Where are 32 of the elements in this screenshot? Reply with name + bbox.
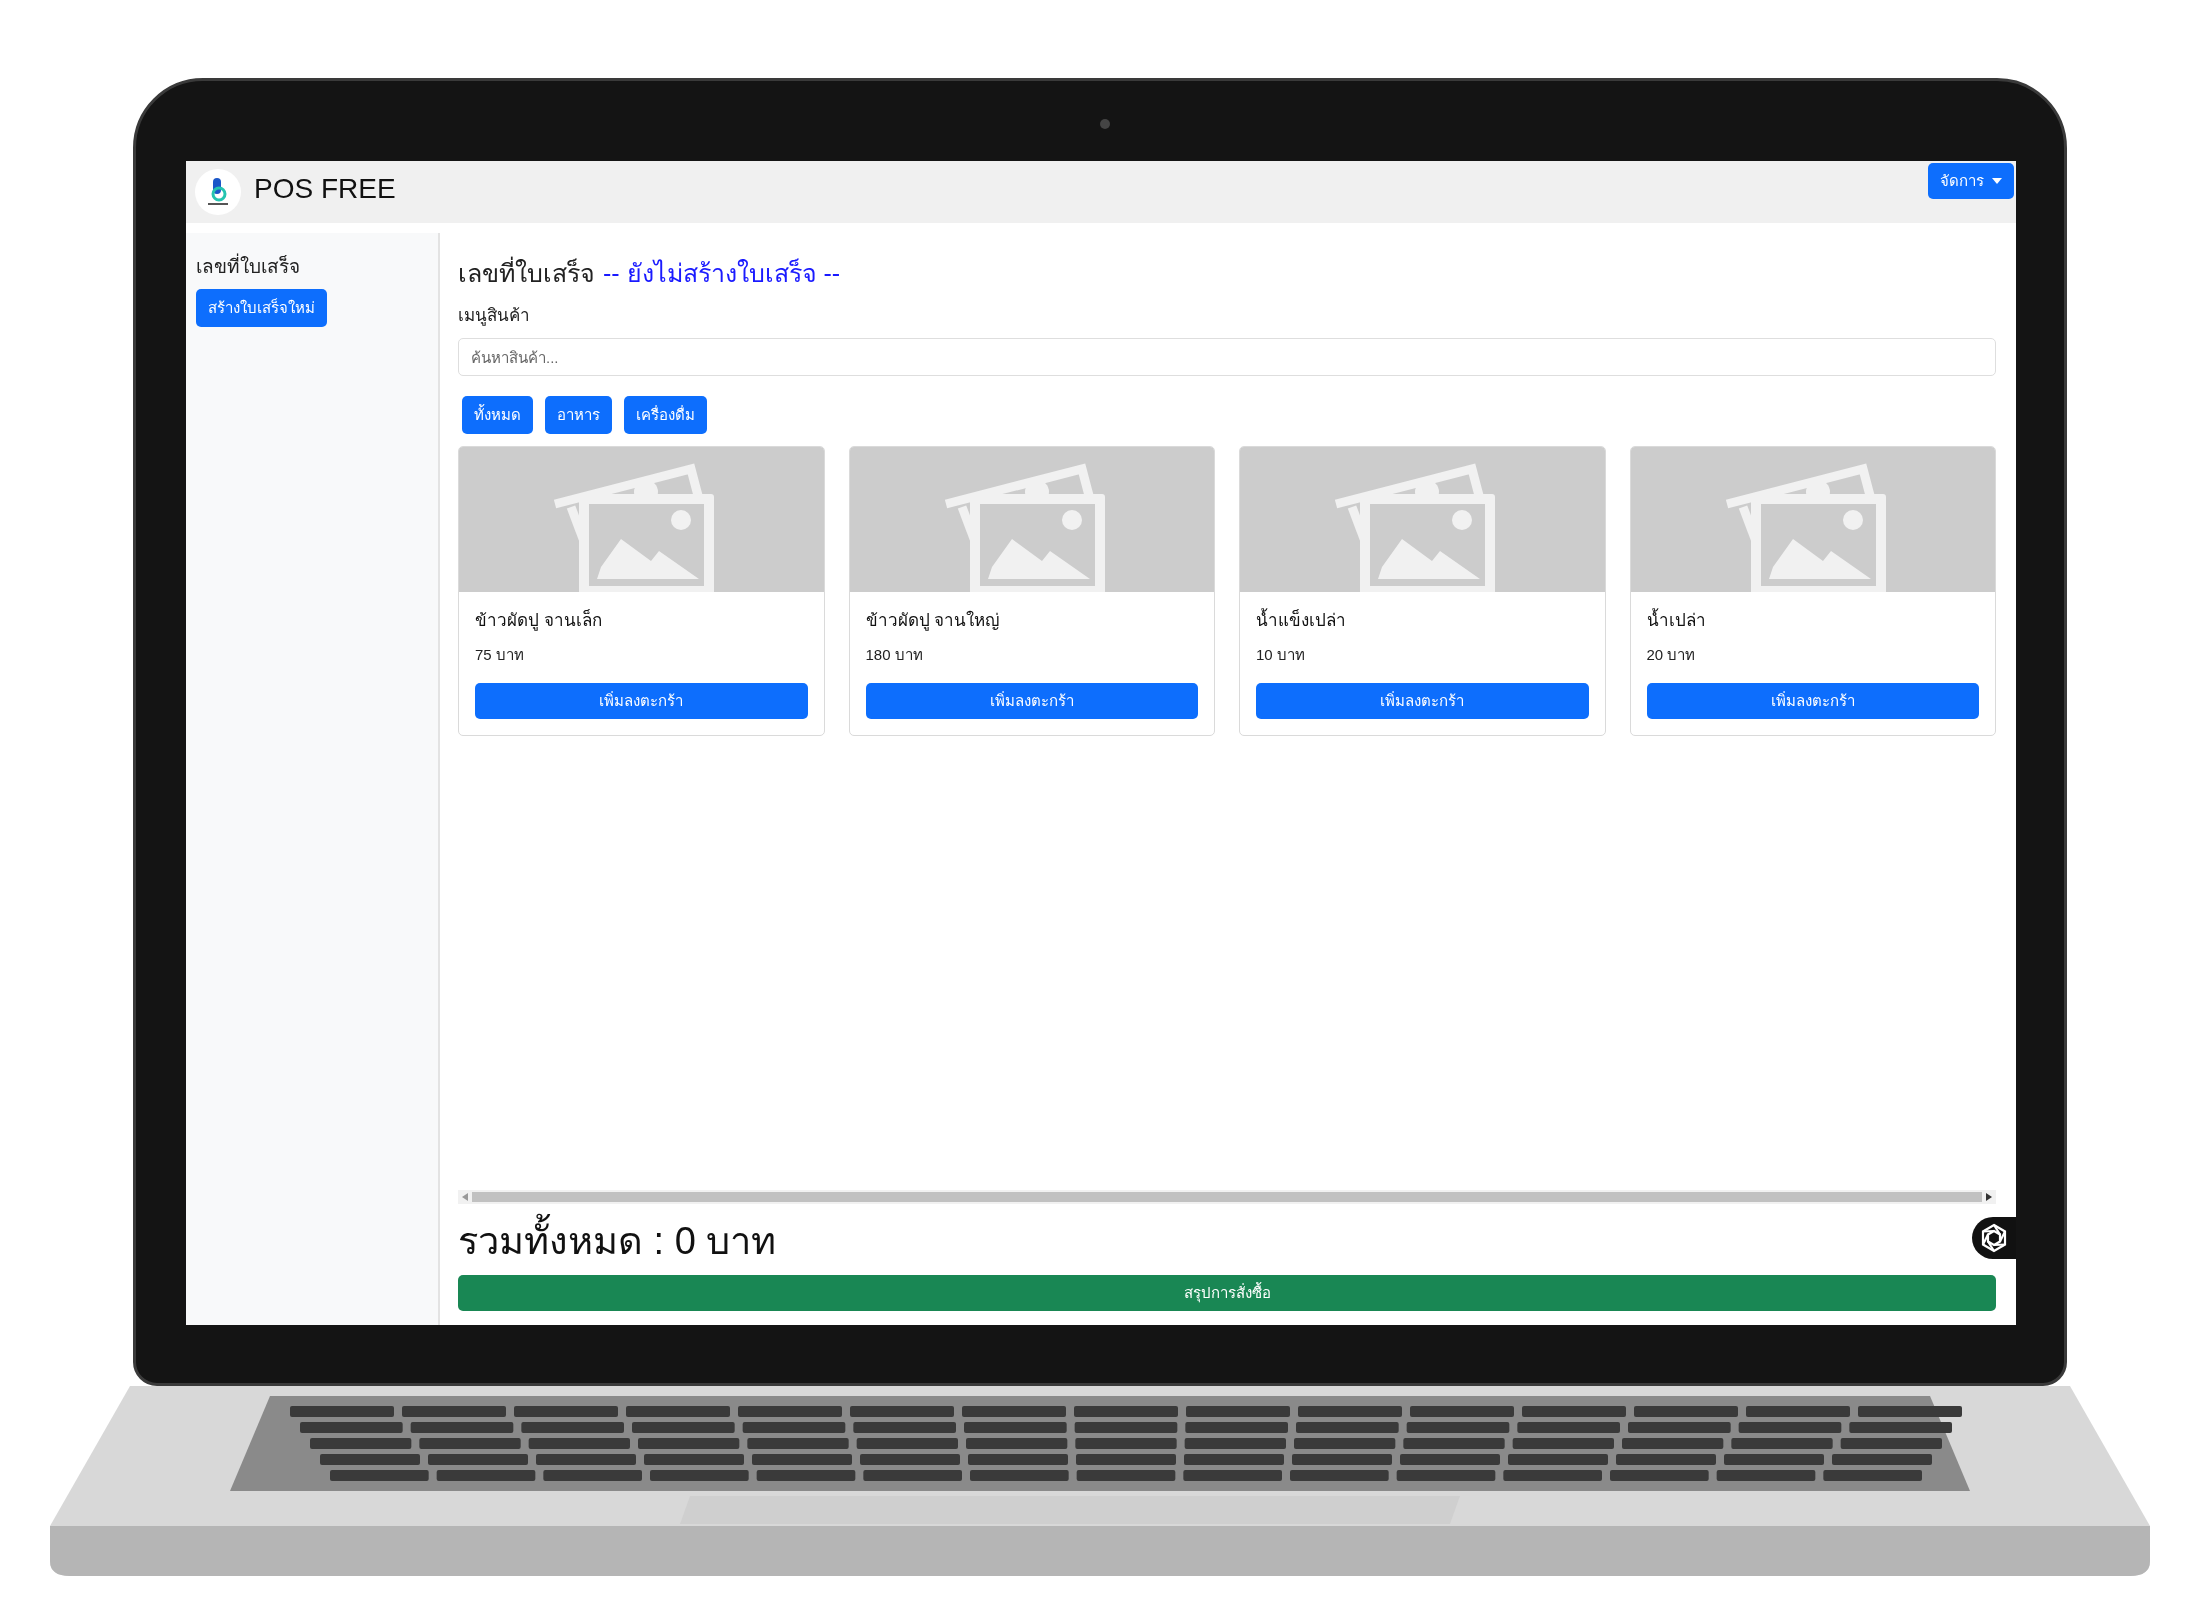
product-price: 10 บาท: [1256, 645, 1306, 665]
product-price: 20 บาท: [1646, 645, 1697, 665]
manage-dropdown-button[interactable]: จัดการ: [1928, 163, 2014, 199]
receipt-status: -- ยังไม่สร้างใบเสร็จ --: [603, 257, 841, 289]
new-receipt-button[interactable]: สร้างใบเสร็จใหม่: [196, 289, 327, 327]
horizontal-scrollbar[interactable]: [458, 1190, 1996, 1204]
product-name: น้ำเปล่า: [1646, 606, 1979, 633]
floating-action-button[interactable]: [1972, 1217, 2016, 1259]
product-name: ข้าวผัดปู จานใหญ่: [865, 609, 1001, 633]
add-to-cart-button[interactable]: เพิ่มลงตะกร้า: [475, 683, 808, 719]
camera-icon: [1100, 119, 1110, 129]
app-title: POS FREE: [254, 173, 396, 205]
caret-icon: [1992, 178, 2002, 184]
logo-icon: [194, 168, 242, 216]
product-name: ข้าวผัดปู จานเล็ก: [475, 608, 603, 633]
add-to-cart-button[interactable]: เพิ่มลงตะกร้า: [1256, 683, 1589, 719]
product-name: น้ำแข็งเปล่า: [1256, 606, 1589, 633]
category-button[interactable]: ทั้งหมด: [462, 396, 533, 434]
receipt-label: เลขที่ใบเสร็จ: [458, 253, 595, 293]
sidebar-label: เลขที่ใบเสร็จ: [196, 251, 300, 281]
product-price: 75 บาท: [475, 645, 525, 665]
knot-icon: [1979, 1223, 2009, 1253]
add-to-cart-button[interactable]: เพิ่มลงตะกร้า: [1646, 683, 1979, 719]
scroll-right-icon[interactable]: [1986, 1193, 1992, 1201]
product-price: 180 บาท: [865, 645, 924, 665]
category-button[interactable]: เครื่องดื่ม: [624, 396, 707, 434]
order-summary-button[interactable]: สรุปการสั่งซื้อ: [458, 1275, 1996, 1311]
menu-label: เมนูสินค้า: [458, 305, 531, 328]
add-to-cart-button[interactable]: เพิ่มลงตะกร้า: [865, 683, 1198, 719]
category-button[interactable]: อาหาร: [545, 396, 612, 434]
order-total: รวมทั้งหมด : 0 บาท: [458, 1210, 777, 1271]
search-field[interactable]: ค้นหาสินค้า...: [458, 338, 1996, 376]
